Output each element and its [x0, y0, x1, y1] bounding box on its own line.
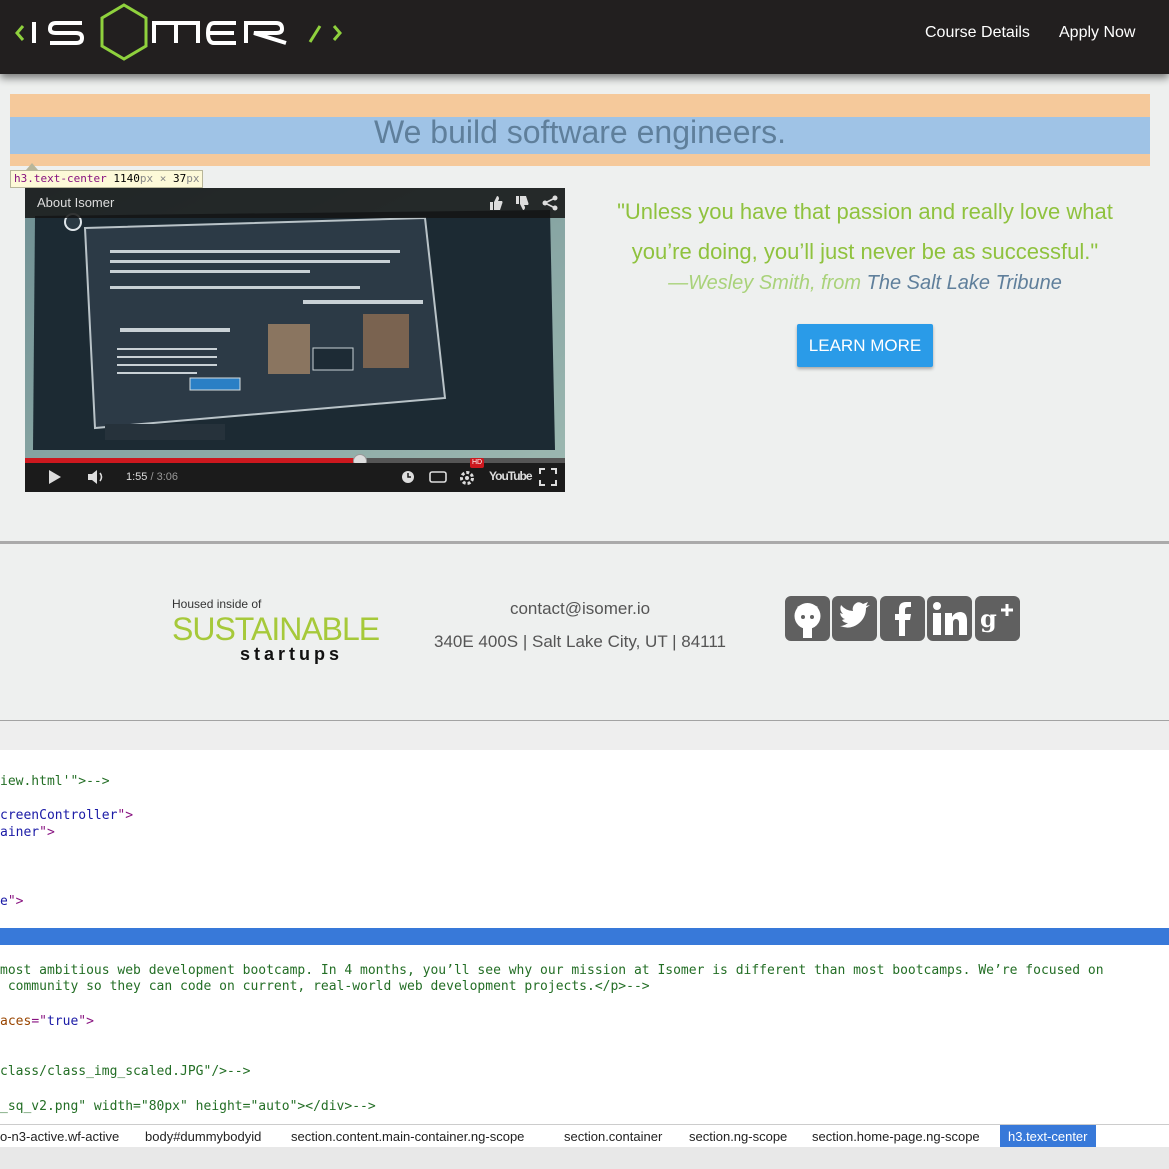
settings-icon[interactable]: [458, 468, 476, 486]
tooltip-unit-2: px: [186, 172, 200, 185]
breadcrumb-item[interactable]: section.home-page.ng-scope: [812, 1125, 980, 1148]
testimonial-quote: "Unless you have that passion and really…: [617, 199, 1113, 264]
video-frame: [25, 188, 565, 458]
contact-email[interactable]: contact@isomer.io: [415, 599, 745, 619]
github-icon[interactable]: [785, 596, 830, 641]
inspector-tooltip: h3.text-center 1140px × 37px: [10, 170, 204, 188]
devtools-toolbar: [0, 720, 1169, 751]
devtools-status-strip: [0, 1147, 1169, 1169]
code-line[interactable]: class/class_img_scaled.JPG"/>-->: [0, 1064, 250, 1079]
breadcrumb-item[interactable]: section.ng-scope: [689, 1125, 787, 1148]
video-duration: / 3:06: [150, 471, 179, 483]
video-player[interactable]: About Isomer 1:55 / 3:06 HD YouTube: [25, 188, 565, 492]
tooltip-height: 37: [172, 172, 187, 185]
code-line[interactable]: e">: [0, 894, 23, 909]
code-line[interactable]: iew.html'">-->: [0, 774, 110, 789]
sponsor-logo-line2[interactable]: startups: [240, 644, 343, 665]
selected-node-row[interactable]: [0, 928, 1169, 945]
code-line[interactable]: ainer">: [0, 825, 55, 840]
housed-label: Housed inside of: [172, 597, 262, 611]
hd-badge: HD: [470, 458, 485, 468]
video-controls: 1:55 / 3:06 HD YouTube: [25, 458, 565, 492]
volume-icon[interactable]: [87, 468, 109, 486]
inspector-tooltip-arrow: [26, 163, 38, 170]
section-divider: [0, 541, 1169, 544]
learn-more-button[interactable]: LEARN MORE: [797, 324, 933, 367]
nav-apply-now[interactable]: Apply Now: [1059, 24, 1135, 42]
thumbs-down-icon[interactable]: [513, 194, 531, 212]
video-time: 1:55 / 3:06: [126, 471, 178, 483]
fullscreen-icon[interactable]: [539, 468, 557, 486]
page-headline: We build software engineers.: [373, 114, 787, 150]
twitter-icon[interactable]: [832, 596, 877, 641]
devtools-breadcrumbs: o-n3-active.wf-active body#dummybodyid s…: [0, 1124, 1169, 1148]
attribution-author: —Wesley Smith, from: [668, 272, 867, 294]
linkedin-icon[interactable]: [927, 596, 972, 641]
thumbs-up-icon[interactable]: [487, 194, 505, 212]
devtools-elements-panel: iew.html'">--> creenController"> ainer">…: [0, 750, 1169, 1124]
video-current-time: 1:55: [126, 471, 148, 483]
tooltip-times: ×: [159, 172, 167, 185]
tooltip-width: 1140: [113, 172, 140, 185]
sponsor-logo-line1[interactable]: SUSTAINABLE: [172, 611, 380, 648]
breadcrumb-item[interactable]: section.content.main-container.ng-scope: [291, 1125, 524, 1148]
video-top-bar: About Isomer: [25, 188, 565, 218]
attribution-source: The Salt Lake Tribune: [866, 272, 1062, 294]
watch-later-icon[interactable]: [401, 468, 415, 486]
isomer-logo[interactable]: [14, 2, 354, 66]
video-title[interactable]: About Isomer: [37, 195, 114, 210]
play-icon[interactable]: [47, 468, 63, 486]
code-line[interactable]: _sq_v2.png" width="80px" height="auto"><…: [0, 1099, 376, 1114]
breadcrumb-item-active[interactable]: h3.text-center: [1000, 1125, 1096, 1148]
youtube-logo[interactable]: YouTube: [489, 469, 533, 483]
tooltip-unit: px: [139, 172, 154, 185]
share-icon[interactable]: [541, 194, 559, 212]
breadcrumb-item[interactable]: body#dummybodyid: [145, 1125, 261, 1148]
facebook-icon[interactable]: [880, 596, 925, 641]
code-line[interactable]: most ambitious web development bootcamp.…: [0, 963, 1104, 978]
code-line[interactable]: community so they can code on current, r…: [0, 979, 650, 994]
site-header: Course Details Apply Now: [0, 0, 1169, 74]
contact-address: 340E 400S | Salt Lake City, UT | 84111: [433, 632, 727, 651]
isomer-logo-graphic: [15, 3, 342, 61]
nav-course-details[interactable]: Course Details: [925, 24, 1030, 42]
breadcrumb-item[interactable]: section.container: [564, 1125, 662, 1148]
svg-text:g: g: [980, 604, 997, 633]
quote-attribution: —Wesley Smith, from The Salt Lake Tribun…: [585, 272, 1145, 295]
captions-icon[interactable]: [429, 468, 447, 486]
code-line[interactable]: creenController">: [0, 808, 133, 823]
google-plus-icon[interactable]: g: [975, 596, 1020, 641]
code-line[interactable]: aces="true">: [0, 1014, 94, 1029]
breadcrumb-item[interactable]: o-n3-active.wf-active: [0, 1125, 119, 1148]
tooltip-tag: h3.text-center: [14, 172, 107, 185]
